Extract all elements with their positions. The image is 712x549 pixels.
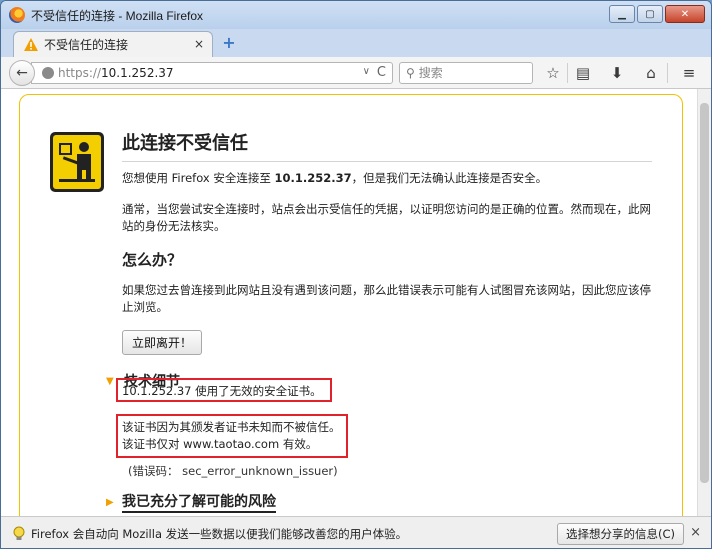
url-bar[interactable]: https://10.1.252.37 ∨ C <box>31 62 393 84</box>
bookmark-star-icon[interactable]: ☆ <box>543 63 563 83</box>
detail-invalid-cert: 10.1.252.37 使用了无效的安全证书。 <box>122 384 322 398</box>
firefox-logo-icon <box>9 7 25 23</box>
tab-strip: 不受信任的连接 × + <box>1 29 711 57</box>
window-title: 不受信任的连接 - Mozilla Firefox <box>31 8 204 23</box>
search-bar[interactable]: ⚲ <box>399 62 533 84</box>
back-button[interactable]: ← <box>9 60 35 86</box>
url-text[interactable]: https://10.1.252.37 <box>58 66 174 80</box>
error-main: 此连接不受信任 您想使用 Firefox 安全连接至 10.1.252.37，但… <box>106 129 652 391</box>
what-to-do-heading: 怎么办？ <box>122 251 183 269</box>
error-code: (错误码： sec_error_unknown_issuer) <box>128 464 338 478</box>
error-explanation: 通常，当您尝试安全连接时，站点会出示受信任的凭据，以证明您访问的是正确的位置。然… <box>122 202 651 233</box>
error-title: 此连接不受信任 <box>122 129 652 162</box>
error-container: 此连接不受信任 您想使用 Firefox 安全连接至 10.1.252.37，但… <box>19 94 683 534</box>
search-icon: ⚲ <box>406 66 415 80</box>
intro-suffix: ，但是我们无法确认此连接是否安全。 <box>351 171 548 185</box>
notification-bar: Firefox 会自动向 Mozilla 发送一些数据以便我们能够改善您的用户体… <box>1 516 711 548</box>
notification-message: Firefox 会自动向 Mozilla 发送一些数据以便我们能够改善您的用户体… <box>31 526 408 541</box>
download-icon[interactable]: ⬇ <box>607 63 627 83</box>
browser-window: 不受信任的连接 - Mozilla Firefox ▁ ▢ ✕ 不受信任的连接 … <box>0 0 712 549</box>
menu-icon[interactable]: ≡ <box>679 63 699 83</box>
window-controls: ▁ ▢ ✕ <box>609 5 705 23</box>
warning-icon <box>24 38 38 51</box>
tab-close-icon[interactable]: × <box>194 37 204 51</box>
certificate-error-icon <box>50 132 104 192</box>
toolbar-separator <box>667 63 668 83</box>
scrollbar-thumb[interactable] <box>700 103 709 483</box>
detail-unknown-issuer: 该证书因为其颁发者证书未知而不被信任。 <box>122 420 341 434</box>
detail-valid-for: 该证书仅对 www.taotao.com 有效。 <box>122 437 318 451</box>
minimize-button[interactable]: ▁ <box>609 5 635 23</box>
collapsed-arrow-icon: ▶ <box>106 496 114 508</box>
new-tab-button[interactable]: + <box>221 35 237 51</box>
get-me-out-button[interactable]: 立即离开！ <box>122 330 203 355</box>
maximize-button[interactable]: ▢ <box>637 5 663 23</box>
error-intro: 您想使用 Firefox 安全连接至 10.1.252.37，但是我们无法确认此… <box>122 170 652 187</box>
title-bar: 不受信任的连接 - Mozilla Firefox ▁ ▢ ✕ <box>1 1 711 29</box>
intro-host: 10.1.252.37 <box>274 171 352 185</box>
what-to-do-text: 如果您过去曾连接到此网站且没有遇到该问题，那么此错误表示可能有人试图冒充该网站，… <box>122 283 651 314</box>
tab-untrusted-connection[interactable]: 不受信任的连接 × <box>13 31 213 57</box>
vertical-scrollbar[interactable] <box>697 89 711 516</box>
navigation-toolbar: https://10.1.252.37 ∨ C ← ⚲ ☆ ▤ ⬇ ⌂ ≡ <box>1 57 711 89</box>
lightbulb-icon <box>13 526 25 540</box>
url-host: 10.1.252.37 <box>101 66 174 80</box>
choose-what-to-share-button[interactable]: 选择想分享的信息(C) <box>557 523 685 545</box>
url-scheme: https:// <box>58 66 102 80</box>
close-window-button[interactable]: ✕ <box>665 5 705 23</box>
search-input[interactable] <box>418 66 519 80</box>
home-icon[interactable]: ⌂ <box>641 63 661 83</box>
tab-label: 不受信任的连接 <box>44 38 129 52</box>
page-content: 此连接不受信任 您想使用 Firefox 安全连接至 10.1.252.37，但… <box>1 89 711 534</box>
reload-icon[interactable]: C <box>377 65 386 80</box>
site-identity-icon[interactable] <box>42 67 54 79</box>
detail-issuer-block: 该证书因为其颁发者证书未知而不被信任。 该证书仅对 www.taotao.com… <box>122 419 341 453</box>
notification-close-icon[interactable]: × <box>690 525 701 540</box>
toolbar-separator <box>567 63 568 83</box>
reading-list-icon[interactable]: ▤ <box>573 63 593 83</box>
understand-risks-heading: 我已充分了解可能的风险 <box>122 491 276 513</box>
intro-prefix: 您想使用 Firefox 安全连接至 <box>122 171 275 185</box>
url-history-dropdown-icon[interactable]: ∨ <box>363 66 370 77</box>
understand-risks-toggle[interactable]: ▶ 我已充分了解可能的风险 <box>106 491 276 513</box>
